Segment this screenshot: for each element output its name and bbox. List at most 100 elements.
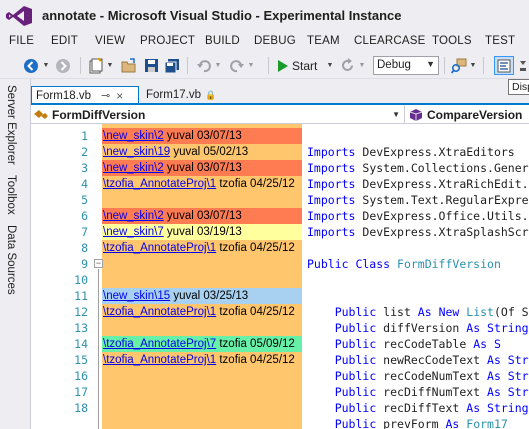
code-line: Imports DevExpress.XtraRichEdit. <box>307 176 529 192</box>
type-dropdown-value: FormDiffVersion <box>52 107 146 122</box>
annotation-version-link[interactable]: \tzofia_AnnotateProj\1 <box>103 242 216 254</box>
menu-build[interactable]: BUILD <box>205 35 240 47</box>
line-number: 18 <box>74 401 88 415</box>
tab-form17[interactable]: Form17.vb 🔒 <box>142 86 216 104</box>
collapse-toggle-icon[interactable]: − <box>94 259 103 268</box>
annotation-version-link[interactable]: \new_skin\2 <box>103 162 164 174</box>
refresh-dropdown[interactable]: ▼ <box>358 56 366 75</box>
code-token: (Of S <box>493 305 529 319</box>
display-annotation-button[interactable] <box>494 56 514 75</box>
annotation-version-link[interactable]: \new_skin\19 <box>103 146 170 158</box>
code-token: DevExpress.XtraRichEdit. <box>362 177 529 191</box>
annotation-version-link[interactable]: \tzofia_AnnotateProj\1 <box>103 178 216 190</box>
code-token: Public <box>334 353 384 367</box>
code-token: FormDiffVersion <box>397 257 501 271</box>
menu-test[interactable]: TEST <box>485 35 515 47</box>
code-token: Imports <box>307 225 363 239</box>
forward-button[interactable] <box>54 56 72 75</box>
code-token: System.Collections.Gener <box>362 161 529 175</box>
annotation-row: \tzofia_AnnotateProj\1 tzofia 04/25/12 <box>102 304 302 320</box>
menu-project[interactable]: PROJECT <box>140 35 195 47</box>
menu-view[interactable]: VIEW <box>95 35 125 47</box>
code-editor[interactable]: 1 2 3 4 5 6 7 8 9 10 11 12 13 14 15 16 17 18 \new_skin\2 … <box>31 124 529 429</box>
annotation-version-link[interactable]: \new_skin\15 <box>103 290 170 302</box>
code-token: Public Class <box>307 257 398 271</box>
find-button[interactable] <box>450 56 468 75</box>
menu-file[interactable]: FILE <box>9 35 34 47</box>
chevron-down-icon: ▼ <box>326 62 334 69</box>
annotation-version-link[interactable]: \new_skin\2 <box>103 210 164 222</box>
server-explorer-tab[interactable]: Server Explorer <box>5 85 17 165</box>
code-token: Public <box>334 305 384 319</box>
start-dropdown[interactable]: ▼ <box>326 56 334 75</box>
window-title: annotate - Microsoft Visual Studio - Exp… <box>42 8 402 23</box>
save-button[interactable] <box>142 56 160 75</box>
undo-button[interactable] <box>195 56 213 75</box>
annotation-author-date: tzofia 04/25/12 <box>216 178 295 190</box>
line-number: 11 <box>74 289 88 303</box>
start-button[interactable]: Start <box>277 56 325 75</box>
line-number: 13 <box>74 321 88 335</box>
chevron-down-icon: ▼ <box>214 62 222 69</box>
annotation-row: \tzofia_AnnotateProj\7 tzofia 05/09/12 <box>102 336 302 352</box>
menu-clearcase[interactable]: CLEARCASE <box>354 35 425 47</box>
toolbar-tooltip: Disp <box>508 79 529 95</box>
code-line: Imports DevExpress.XtraSplashScr <box>307 224 529 240</box>
annotation-column: \new_skin\2 yuval 03/07/13 \new_skin\19 y… <box>102 124 302 429</box>
chevron-down-icon: ▼ <box>392 110 400 119</box>
toolbar-separator <box>80 57 81 74</box>
redo-button[interactable] <box>228 56 246 75</box>
line-number: 4 <box>81 177 88 191</box>
redo-dropdown[interactable]: ▼ <box>247 56 255 75</box>
start-label: Start <box>292 58 318 73</box>
annotation-version-link[interactable]: \new_skin\2 <box>103 130 164 142</box>
code-token: newRecCodeText <box>383 353 488 367</box>
solution-configuration-select[interactable]: Debug ▼ <box>373 56 439 75</box>
annotation-version-link[interactable]: \tzofia_AnnotateProj\7 <box>103 338 216 350</box>
back-dropdown[interactable]: ▼ <box>42 56 50 75</box>
refresh-icon <box>341 58 353 71</box>
back-button[interactable] <box>22 56 40 75</box>
annotation-author-date: tzofia 05/09/12 <box>216 338 295 350</box>
new-project-dropdown[interactable]: ▼ <box>106 56 114 75</box>
find-icon <box>451 58 467 74</box>
annotation-version-link[interactable]: \tzofia_AnnotateProj\1 <box>103 354 216 366</box>
code-line: Imports System.Text.RegularExpre <box>307 192 529 208</box>
save-all-button[interactable] <box>163 56 181 75</box>
open-file-button[interactable] <box>120 56 138 75</box>
code-token: Imports <box>307 177 363 191</box>
undo-icon <box>197 59 211 72</box>
code-token: Imports <box>307 209 363 223</box>
toolbar-overflow-button[interactable] <box>516 56 529 75</box>
annotation-row: \tzofia_AnnotateProj\1 tzofia 04/25/12 <box>102 240 302 256</box>
line-number: 7 <box>81 225 88 239</box>
find-dropdown[interactable]: ▼ <box>469 56 477 75</box>
code-token: Imports <box>307 161 363 175</box>
tab-form18[interactable]: Form18.vb ⊸ × <box>31 86 139 104</box>
undo-dropdown[interactable]: ▼ <box>214 56 222 75</box>
annotation-row: \new_skin\19 yuval 05/02/13 <box>102 144 302 160</box>
menu-team[interactable]: TEAM <box>307 35 340 47</box>
forward-arrow-icon <box>56 58 70 73</box>
code-token: DevExpress.Office.Utils. <box>362 209 529 223</box>
refresh-button[interactable] <box>338 56 356 75</box>
toolbox-tab[interactable]: Toolbox <box>5 175 17 215</box>
data-sources-tab[interactable]: Data Sources <box>5 225 17 295</box>
toolbar-separator <box>483 57 484 74</box>
member-dropdown[interactable]: CompareVersion <box>409 105 529 124</box>
menu-tools[interactable]: TOOLS <box>432 35 472 47</box>
pin-icon[interactable]: ⊸ <box>101 89 110 102</box>
type-dropdown[interactable]: FormDiffVersion ▼ <box>33 105 405 124</box>
annotation-row: \new_skin\2 yuval 03/07/13 <box>102 160 302 176</box>
code-token: Public <box>334 401 384 415</box>
menu-debug[interactable]: DEBUG <box>254 35 296 47</box>
new-project-button[interactable] <box>87 56 105 75</box>
annotation-version-link[interactable]: \tzofia_AnnotateProj\1 <box>103 306 216 318</box>
toolbar-separator <box>187 57 188 74</box>
save-icon <box>144 59 158 72</box>
code-token: prevForm <box>383 417 446 429</box>
code-text-area[interactable]: Imports DevExpress.XtraEditors Imports Sy… <box>307 124 529 429</box>
menu-edit[interactable]: EDIT <box>51 35 78 47</box>
close-icon[interactable]: × <box>116 89 123 103</box>
annotation-version-link[interactable]: \new_skin\7 <box>103 226 164 238</box>
